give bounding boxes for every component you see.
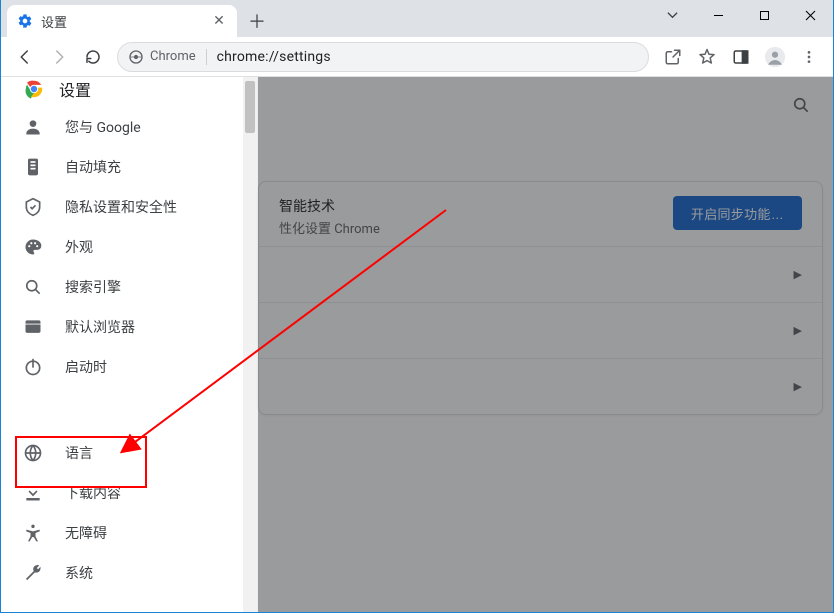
settings-content: 智能技术 性化设置 Chrome 开启同步功能… ▶ ▶ ▶	[258, 77, 833, 612]
settings-gear-icon	[17, 13, 33, 29]
window-maximize-button[interactable]	[741, 0, 787, 30]
sidebar-scrollbar[interactable]	[243, 77, 257, 612]
download-icon	[23, 483, 43, 503]
omnibox-divider	[206, 49, 207, 65]
sidebar-item-label: 下载内容	[65, 483, 121, 503]
close-tab-icon[interactable]: ✕	[211, 13, 227, 29]
sidebar-section-1: 您与 Google 自动填充 隐私设置和安全性 外观 搜索引擎 默认浏览器	[1, 101, 257, 407]
address-bar[interactable]: Chrome chrome://settings	[117, 42, 649, 72]
reload-button[interactable]	[77, 41, 109, 73]
sidebar-item-label: 自动填充	[65, 157, 121, 177]
window-close-button[interactable]	[787, 0, 833, 30]
tab-strip: 设置 ✕ ＋	[1, 0, 833, 37]
page-body: 设置 您与 Google 自动填充 隐私设置和安全性 外观 搜索引擎	[1, 77, 833, 612]
sidebar-item-label: 语言	[65, 443, 93, 463]
sidebar-item-languages[interactable]: 语言	[1, 433, 243, 473]
bookmark-button[interactable]	[691, 41, 723, 73]
toolbar: Chrome chrome://settings	[1, 37, 833, 77]
palette-icon	[23, 237, 43, 257]
sidebar-item-autofill[interactable]: 自动填充	[1, 147, 243, 187]
settings-sidebar: 设置 您与 Google 自动填充 隐私设置和安全性 外观 搜索引擎	[1, 77, 258, 612]
sidebar-item-label: 默认浏览器	[65, 317, 135, 337]
sidebar-item-label: 您与 Google	[65, 117, 141, 137]
browser-tab[interactable]: 设置 ✕	[7, 5, 237, 37]
person-icon	[23, 117, 43, 137]
site-info-icon[interactable]: Chrome	[128, 49, 196, 65]
globe-icon	[23, 443, 43, 463]
sidebar-item-privacy[interactable]: 隐私设置和安全性	[1, 187, 243, 227]
sidebar-item-downloads[interactable]: 下载内容	[1, 473, 243, 513]
back-button[interactable]	[9, 41, 41, 73]
accessibility-icon	[23, 523, 43, 543]
content-dim-overlay	[258, 77, 833, 612]
url-scheme-label: Chrome	[150, 49, 196, 64]
new-tab-button[interactable]: ＋	[243, 7, 271, 35]
sidebar-scrollbar-thumb[interactable]	[245, 81, 255, 133]
autofill-icon	[23, 157, 43, 177]
sidebar-item-label: 无障碍	[65, 523, 107, 543]
side-panel-button[interactable]	[725, 41, 757, 73]
url-text: chrome://settings	[217, 49, 638, 65]
forward-button[interactable]	[43, 41, 75, 73]
browser-icon	[23, 317, 43, 337]
power-icon	[23, 357, 43, 377]
sidebar-item-label: 系统	[65, 563, 93, 583]
sidebar-item-you-and-google[interactable]: 您与 Google	[1, 107, 243, 147]
search-icon	[23, 277, 43, 297]
sidebar-item-label: 搜索引擎	[65, 277, 121, 297]
tab-search-button[interactable]	[649, 0, 695, 30]
sidebar-section-2: 语言 下载内容 无障碍 系统	[1, 427, 257, 613]
sidebar-item-accessibility[interactable]: 无障碍	[1, 513, 243, 553]
wrench-icon	[23, 563, 43, 583]
chrome-logo-icon	[23, 78, 45, 100]
tab-title: 设置	[41, 12, 203, 31]
sidebar-title: 设置	[59, 77, 91, 101]
sidebar-item-label: 隐私设置和安全性	[65, 197, 177, 217]
sidebar-item-system[interactable]: 系统	[1, 553, 243, 593]
share-button[interactable]	[657, 41, 689, 73]
sidebar-item-label: 外观	[65, 237, 93, 257]
menu-button[interactable]	[793, 41, 825, 73]
sidebar-item-appearance[interactable]: 外观	[1, 227, 243, 267]
sidebar-item-search-engine[interactable]: 搜索引擎	[1, 267, 243, 307]
shield-icon	[23, 197, 43, 217]
sidebar-item-default-browser[interactable]: 默认浏览器	[1, 307, 243, 347]
window-controls	[649, 0, 833, 30]
window-minimize-button[interactable]	[695, 0, 741, 30]
sidebar-header: 设置	[1, 77, 257, 101]
profile-button[interactable]	[759, 41, 791, 73]
sidebar-item-label: 启动时	[65, 357, 107, 377]
sidebar-item-on-startup[interactable]: 启动时	[1, 347, 243, 387]
